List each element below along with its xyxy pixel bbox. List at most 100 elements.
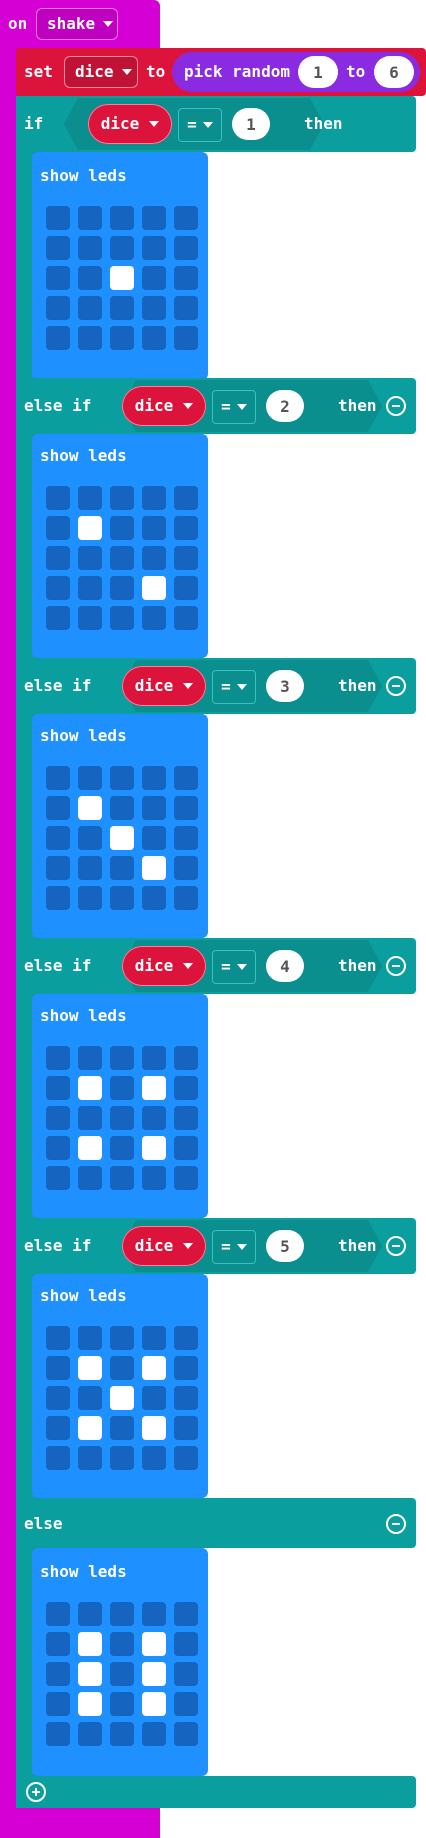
led-1-2[interactable] <box>110 1356 134 1380</box>
led-4-0[interactable] <box>46 1722 70 1746</box>
led-2-2[interactable] <box>110 266 134 290</box>
led-2-4[interactable] <box>174 546 198 570</box>
led-1-1[interactable] <box>78 796 102 820</box>
led-3-1[interactable] <box>78 296 102 320</box>
led-3-0[interactable] <box>46 856 70 880</box>
led-4-0[interactable] <box>46 886 70 910</box>
led-4-2[interactable] <box>110 326 134 350</box>
minus-circle-icon[interactable] <box>386 956 406 976</box>
led-4-1[interactable] <box>78 326 102 350</box>
led-0-0[interactable] <box>46 766 70 790</box>
led-4-2[interactable] <box>110 606 134 630</box>
led-2-0[interactable] <box>46 1386 70 1410</box>
eq-operator-dropdown[interactable]: = <box>178 108 222 142</box>
led-0-0[interactable] <box>46 486 70 510</box>
led-1-3[interactable] <box>142 796 166 820</box>
led-1-3[interactable] <box>142 236 166 260</box>
led-3-1[interactable] <box>78 1692 102 1716</box>
led-0-3[interactable] <box>142 766 166 790</box>
minus-circle-icon[interactable] <box>386 1236 406 1256</box>
led-4-4[interactable] <box>174 1446 198 1470</box>
led-2-4[interactable] <box>174 266 198 290</box>
led-3-1[interactable] <box>78 856 102 880</box>
led-2-0[interactable] <box>46 1662 70 1686</box>
led-1-1[interactable] <box>78 1076 102 1100</box>
led-1-2[interactable] <box>110 1632 134 1656</box>
minus-circle-icon[interactable] <box>386 676 406 696</box>
led-4-4[interactable] <box>174 606 198 630</box>
led-0-4[interactable] <box>174 1602 198 1626</box>
led-2-1[interactable] <box>78 266 102 290</box>
led-4-1[interactable] <box>78 1166 102 1190</box>
compare-value-input[interactable]: 5 <box>266 1230 304 1262</box>
led-3-2[interactable] <box>110 1416 134 1440</box>
led-0-0[interactable] <box>46 1602 70 1626</box>
led-3-3[interactable] <box>142 296 166 320</box>
led-3-1[interactable] <box>78 1416 102 1440</box>
led-1-3[interactable] <box>142 1356 166 1380</box>
led-4-2[interactable] <box>110 1166 134 1190</box>
led-3-0[interactable] <box>46 296 70 320</box>
led-0-2[interactable] <box>110 486 134 510</box>
led-grid-2[interactable] <box>46 486 198 630</box>
led-2-3[interactable] <box>142 1662 166 1686</box>
led-grid-6[interactable] <box>46 1602 198 1746</box>
dice-var-pill[interactable]: dice <box>88 104 172 144</box>
led-3-4[interactable] <box>174 1416 198 1440</box>
dice-var-pill[interactable]: dice <box>122 946 206 986</box>
led-0-3[interactable] <box>142 486 166 510</box>
led-4-0[interactable] <box>46 1446 70 1470</box>
led-4-0[interactable] <box>46 326 70 350</box>
led-1-4[interactable] <box>174 796 198 820</box>
eq-operator-dropdown[interactable]: = <box>212 950 256 984</box>
led-3-2[interactable] <box>110 296 134 320</box>
led-0-4[interactable] <box>174 206 198 230</box>
plus-circle-icon[interactable] <box>26 1782 46 1802</box>
led-3-2[interactable] <box>110 576 134 600</box>
led-3-0[interactable] <box>46 1416 70 1440</box>
led-2-4[interactable] <box>174 1106 198 1130</box>
led-0-2[interactable] <box>110 766 134 790</box>
led-1-1[interactable] <box>78 236 102 260</box>
led-4-4[interactable] <box>174 886 198 910</box>
led-3-0[interactable] <box>46 576 70 600</box>
led-2-2[interactable] <box>110 826 134 850</box>
led-4-1[interactable] <box>78 606 102 630</box>
led-0-1[interactable] <box>78 1326 102 1350</box>
minus-circle-icon[interactable] <box>386 396 406 416</box>
led-0-2[interactable] <box>110 1602 134 1626</box>
led-0-1[interactable] <box>78 486 102 510</box>
led-0-4[interactable] <box>174 486 198 510</box>
led-4-3[interactable] <box>142 606 166 630</box>
random-to-input[interactable]: 6 <box>374 56 414 88</box>
led-2-4[interactable] <box>174 826 198 850</box>
led-0-4[interactable] <box>174 766 198 790</box>
led-0-1[interactable] <box>78 1602 102 1626</box>
led-4-2[interactable] <box>110 1722 134 1746</box>
led-2-2[interactable] <box>110 1662 134 1686</box>
led-1-0[interactable] <box>46 516 70 540</box>
led-4-0[interactable] <box>46 606 70 630</box>
led-1-4[interactable] <box>174 1076 198 1100</box>
led-0-4[interactable] <box>174 1326 198 1350</box>
led-3-1[interactable] <box>78 576 102 600</box>
led-3-4[interactable] <box>174 296 198 320</box>
led-1-4[interactable] <box>174 516 198 540</box>
led-2-3[interactable] <box>142 1106 166 1130</box>
led-1-3[interactable] <box>142 1632 166 1656</box>
led-3-3[interactable] <box>142 1416 166 1440</box>
led-2-3[interactable] <box>142 1386 166 1410</box>
led-1-0[interactable] <box>46 1076 70 1100</box>
led-1-2[interactable] <box>110 236 134 260</box>
dice-var-pill[interactable]: dice <box>122 1226 206 1266</box>
led-2-4[interactable] <box>174 1662 198 1686</box>
led-3-1[interactable] <box>78 1136 102 1160</box>
compare-value-input[interactable]: 3 <box>266 670 304 702</box>
led-1-0[interactable] <box>46 1632 70 1656</box>
led-grid-5[interactable] <box>46 1326 198 1470</box>
led-4-3[interactable] <box>142 1166 166 1190</box>
random-from-input[interactable]: 1 <box>298 56 338 88</box>
led-grid-1[interactable] <box>46 206 198 350</box>
led-0-0[interactable] <box>46 1326 70 1350</box>
led-0-2[interactable] <box>110 1046 134 1070</box>
